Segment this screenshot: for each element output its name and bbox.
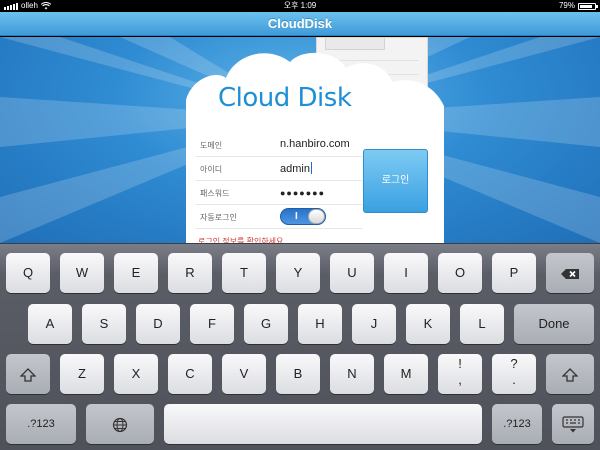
toggle-on-label: I [295, 211, 298, 222]
key-y[interactable]: Y [276, 253, 320, 293]
auto-login-label: 자동로그인 [200, 213, 237, 222]
key-a[interactable]: A [28, 304, 72, 344]
key-question-period[interactable]: ? . [492, 354, 536, 394]
backspace-key[interactable] [546, 253, 594, 293]
key-o[interactable]: O [438, 253, 482, 293]
password-field[interactable]: ●●●●●●● [280, 188, 325, 198]
key-top-char: ! [458, 356, 462, 371]
auto-login-row: 자동로그인 I [196, 205, 362, 229]
domain-field[interactable]: n.hanbiro.com [280, 138, 350, 150]
password-row[interactable]: 패스워드 ●●●●●●● [196, 181, 362, 205]
hide-keyboard-icon [562, 415, 584, 433]
shift-icon [19, 367, 37, 382]
key-p[interactable]: P [492, 253, 536, 293]
key-l[interactable]: L [460, 304, 504, 344]
key-e[interactable]: E [114, 253, 158, 293]
toggle-knob [308, 209, 325, 224]
key-bottom-char: . [512, 372, 516, 387]
globe-icon [112, 417, 128, 432]
domain-row[interactable]: 도메인 n.hanbiro.com [196, 133, 362, 157]
backspace-icon [561, 268, 579, 279]
key-u[interactable]: U [330, 253, 374, 293]
key-h[interactable]: H [298, 304, 342, 344]
battery-icon [578, 2, 598, 10]
key-f[interactable]: F [190, 304, 234, 344]
key-s[interactable]: S [82, 304, 126, 344]
key-k[interactable]: K [406, 304, 450, 344]
key-top-char: ? [510, 356, 518, 371]
key-q[interactable]: Q [6, 253, 50, 293]
key-t[interactable]: T [222, 253, 266, 293]
id-row[interactable]: 아이디 admin [196, 157, 362, 181]
key-z[interactable]: Z [60, 354, 104, 394]
key-c[interactable]: C [168, 354, 212, 394]
numbers-key-left[interactable]: .?123 [6, 404, 76, 444]
status-time: 오후 1:09 [283, 1, 317, 10]
key-j[interactable]: J [352, 304, 396, 344]
password-label: 패스워드 [200, 189, 230, 198]
key-r[interactable]: R [168, 253, 212, 293]
login-button[interactable]: 로그인 [363, 149, 428, 213]
auto-login-toggle[interactable]: I [280, 208, 326, 225]
shift-key-right[interactable] [546, 354, 594, 394]
domain-label: 도메인 [200, 141, 223, 150]
app-logo-text: Cloud Disk [218, 83, 352, 113]
key-n[interactable]: N [330, 354, 374, 394]
id-field[interactable]: admin [280, 162, 312, 175]
hide-keyboard-key[interactable] [552, 404, 594, 444]
key-i[interactable]: I [384, 253, 428, 293]
text-cursor [310, 162, 312, 174]
key-g[interactable]: G [244, 304, 288, 344]
key-exclamation-comma[interactable]: ! , [438, 354, 482, 394]
status-bar: olleh 오후 1:09 79% [0, 0, 600, 12]
id-label: 아이디 [200, 165, 223, 174]
done-key[interactable]: Done [514, 304, 594, 344]
numbers-key-right[interactable]: .?123 [492, 404, 542, 444]
status-right: 79% [558, 0, 598, 12]
battery-percent: 79% [558, 1, 575, 10]
key-bottom-char: , [458, 372, 462, 387]
on-screen-keyboard: Q W E R T Y U I O P A S D F G H J K L Do… [0, 243, 600, 450]
key-v[interactable]: V [222, 354, 266, 394]
space-key[interactable] [164, 404, 482, 444]
app-title-bar: CloudDisk [0, 12, 600, 36]
globe-key[interactable] [86, 404, 154, 444]
key-d[interactable]: D [136, 304, 180, 344]
key-m[interactable]: M [384, 354, 428, 394]
key-w[interactable]: W [60, 253, 104, 293]
shift-key-left[interactable] [6, 354, 50, 394]
id-value: admin [280, 163, 310, 175]
shift-icon [561, 367, 579, 382]
key-b[interactable]: B [276, 354, 320, 394]
key-x[interactable]: X [114, 354, 158, 394]
